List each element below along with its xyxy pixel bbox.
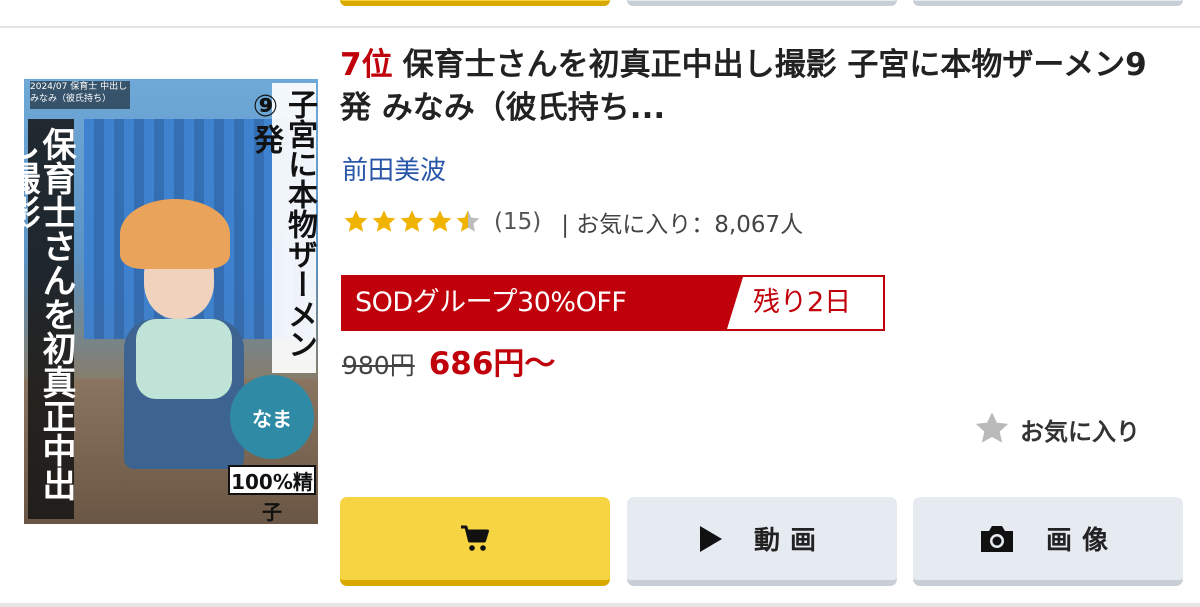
previous-cart-button[interactable] bbox=[340, 0, 610, 6]
video-button[interactable]: 動画 bbox=[627, 497, 897, 586]
favorite-button-label: お気に入り bbox=[1020, 417, 1140, 446]
original-price: 980円 bbox=[342, 351, 415, 380]
image-button-label: 画像 bbox=[1045, 526, 1118, 556]
review-count[interactable]: (15) bbox=[494, 209, 541, 235]
image-button[interactable]: 画像 bbox=[913, 497, 1183, 586]
cart-icon bbox=[461, 525, 489, 551]
favorite-star-icon bbox=[975, 412, 1009, 443]
video-button-label: 動画 bbox=[753, 526, 826, 556]
favorite-button[interactable]: お気に入り bbox=[972, 407, 1140, 451]
thumbnail-title-left: 保育士さんを初真正中出し撮影 bbox=[24, 119, 76, 519]
rating-row: (15) | お気に入り：8,067人 bbox=[342, 205, 803, 239]
actress-link[interactable]: 前田美波 bbox=[342, 150, 446, 187]
previous-item-bottom bbox=[0, 0, 1200, 26]
product-title[interactable]: 7位 保育士さんを初真正中出し撮影 子宮に本物ザーメン9発 みなみ（彼氏持ち... bbox=[340, 44, 1170, 130]
thumbnail-title-right: 子宮に本物ザーメン⑨発 bbox=[248, 83, 317, 373]
sale-remaining: 残り2日 bbox=[753, 287, 852, 318]
thumbnail-logo: なま bbox=[230, 375, 314, 459]
star-full-icon bbox=[344, 210, 368, 232]
play-icon bbox=[699, 525, 722, 552]
star-full-icon bbox=[372, 210, 396, 232]
thumbnail-badge: 100%精子 bbox=[228, 465, 316, 524]
add-to-cart-button[interactable] bbox=[340, 497, 610, 586]
thumbnail-small-caption: 2024/07 保育士 中出し みなみ（彼氏持ち） bbox=[30, 81, 130, 109]
thumbnail-person-shirt bbox=[136, 319, 232, 399]
thumbnail-person-hat bbox=[120, 199, 230, 269]
page: 2024/07 保育士 中出し みなみ（彼氏持ち） 保育士さんを初真正中出し撮影… bbox=[0, 0, 1200, 607]
star-half-icon bbox=[456, 210, 480, 232]
sale-label: SODグループ30%OFF bbox=[355, 287, 627, 318]
star-full-icon bbox=[428, 210, 452, 232]
rank-label: 7位 bbox=[340, 47, 393, 83]
sale-price: 686円〜 bbox=[428, 346, 556, 382]
product-thumbnail[interactable]: 2024/07 保育士 中出し みなみ（彼氏持ち） 保育士さんを初真正中出し撮影… bbox=[24, 79, 318, 524]
price-row: 980円 686円〜 bbox=[342, 338, 555, 384]
product-title-text: 保育士さんを初真正中出し撮影 子宮に本物ザーメン9発 みなみ（彼氏持ち... bbox=[340, 47, 1147, 126]
favorite-count: | お気に入り：8,067人 bbox=[561, 212, 804, 238]
previous-video-button[interactable] bbox=[627, 0, 897, 6]
star-full-icon bbox=[400, 210, 424, 232]
camera-icon bbox=[980, 525, 1013, 552]
sale-banner: SODグループ30%OFF 残り2日 bbox=[341, 275, 885, 331]
rating-stars bbox=[342, 208, 482, 236]
previous-image-button[interactable] bbox=[913, 0, 1183, 6]
divider bbox=[0, 603, 1200, 607]
